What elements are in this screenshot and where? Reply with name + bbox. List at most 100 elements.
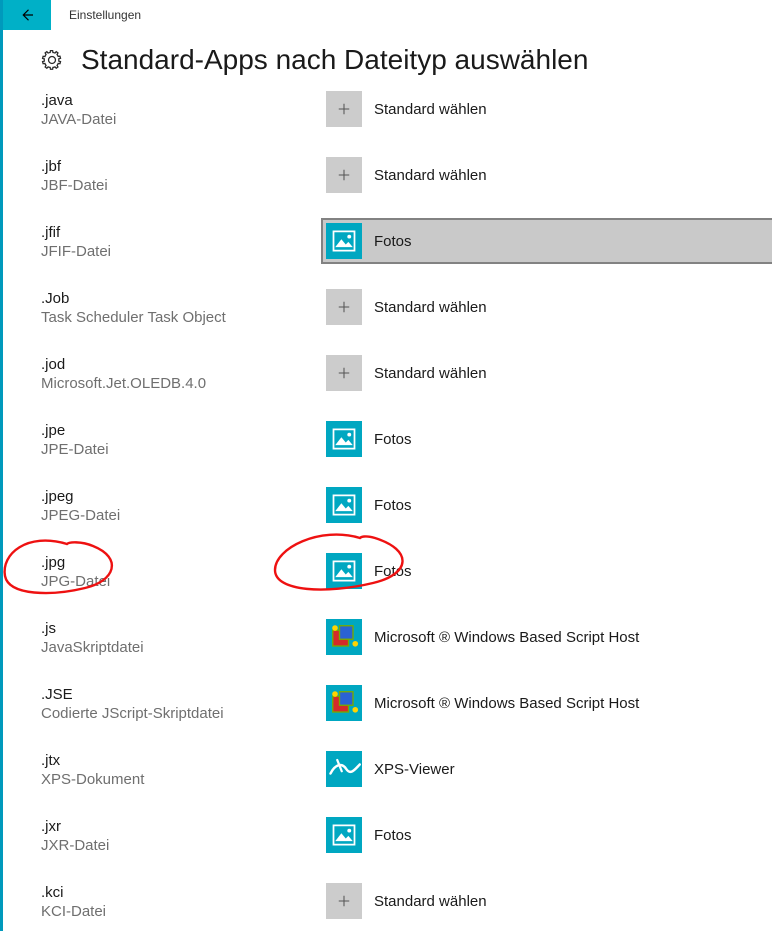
filetype-row: .jsJavaSkriptdatei Microsoft ® Windows Ba… [41, 616, 772, 658]
extension-description: Codierte JScript-Skriptdatei [41, 705, 323, 724]
app-name-label: Microsoft ® Windows Based Script Host [374, 629, 639, 646]
page-title: Standard-Apps nach Dateityp auswählen [81, 44, 588, 76]
fotos-icon [326, 421, 362, 457]
fotos-icon [326, 553, 362, 589]
extension-label: .jpe [41, 422, 323, 441]
app-name-label: Standard wählen [374, 299, 487, 316]
xps-viewer-icon [326, 751, 362, 787]
extension-label: .Job [41, 290, 323, 309]
plus-icon [326, 883, 362, 919]
app-name-label: Fotos [374, 827, 412, 844]
extension-label: .kci [41, 884, 323, 903]
extension-description: JPEG-Datei [41, 507, 323, 526]
filetype-row: .kciKCI-Datei Standard wählen [41, 880, 772, 922]
app-name-label: Standard wählen [374, 893, 487, 910]
app-name-label: Fotos [374, 563, 412, 580]
app-selector[interactable]: Standard wählen [323, 352, 772, 394]
extension-description: JFIF-Datei [41, 243, 323, 262]
filetype-row: .jpegJPEG-Datei Fotos [41, 484, 772, 526]
extension-label: .jpg [41, 554, 323, 573]
filetype-row: .jodMicrosoft.Jet.OLEDB.4.0 Standard wähl… [41, 352, 772, 394]
app-selector[interactable]: Fotos [323, 814, 772, 856]
app-selector[interactable]: Fotos [323, 418, 772, 460]
app-selector[interactable]: Fotos [323, 484, 772, 526]
extension-column: .jxrJXR-Datei [41, 814, 323, 856]
extension-column: .jbfJBF-Datei [41, 154, 323, 196]
extension-column: .jfifJFIF-Datei [41, 220, 323, 262]
script-host-icon [326, 619, 362, 655]
extension-label: .jxr [41, 818, 323, 837]
fotos-icon [326, 487, 362, 523]
extension-label: .jbf [41, 158, 323, 177]
plus-icon [326, 289, 362, 325]
plus-icon [326, 355, 362, 391]
extension-description: KCI-Datei [41, 903, 323, 922]
extension-column: .jtxXPS-Dokument [41, 748, 323, 790]
window-title: Einstellungen [69, 8, 141, 22]
extension-label: .jpeg [41, 488, 323, 507]
plus-icon [326, 91, 362, 127]
extension-column: .JSECodierte JScript-Skriptdatei [41, 682, 323, 724]
fotos-icon [326, 817, 362, 853]
app-name-label: Microsoft ® Windows Based Script Host [374, 695, 639, 712]
app-name-label: Fotos [374, 233, 412, 250]
app-name-label: Standard wählen [374, 365, 487, 382]
extension-label: .java [41, 92, 323, 111]
fotos-icon [326, 223, 362, 259]
filetype-row: .jtxXPS-Dokument XPS-Viewer [41, 748, 772, 790]
app-name-label: Standard wählen [374, 101, 487, 118]
extension-description: JavaSkriptdatei [41, 639, 323, 658]
extension-description: JXR-Datei [41, 837, 323, 856]
arrow-left-icon [18, 6, 36, 24]
app-name-label: Fotos [374, 431, 412, 448]
app-selector[interactable]: Microsoft ® Windows Based Script Host [323, 616, 772, 658]
extension-column: .jpgJPG-Datei [41, 550, 323, 592]
extension-label: .jfif [41, 224, 323, 243]
filetype-row: .JSECodierte JScript-Skriptdatei Microsof… [41, 682, 772, 724]
app-selector[interactable]: Fotos [323, 550, 772, 592]
content-area: Standard-Apps nach Dateityp auswählen .j… [3, 30, 772, 922]
script-host-icon [326, 685, 362, 721]
app-selector[interactable]: Microsoft ® Windows Based Script Host [323, 682, 772, 724]
titlebar: Einstellungen [3, 0, 772, 30]
extension-description: Task Scheduler Task Object [41, 309, 323, 328]
app-name-label: Standard wählen [374, 167, 487, 184]
extension-description: JPG-Datei [41, 573, 323, 592]
app-selector[interactable]: Standard wählen [323, 154, 772, 196]
app-name-label: XPS-Viewer [374, 761, 455, 778]
extension-label: .js [41, 620, 323, 639]
filetype-row: .jxrJXR-Datei Fotos [41, 814, 772, 856]
app-selector[interactable]: XPS-Viewer [323, 748, 772, 790]
app-name-label: Fotos [374, 497, 412, 514]
filetype-row: .jpgJPG-Datei Fotos [41, 550, 772, 592]
extension-column: .jpegJPEG-Datei [41, 484, 323, 526]
filetype-row: .jpeJPE-Datei Fotos [41, 418, 772, 460]
back-button[interactable] [3, 0, 51, 30]
extension-column: .jodMicrosoft.Jet.OLEDB.4.0 [41, 352, 323, 394]
extension-column: .javaJAVA-Datei [41, 88, 323, 130]
app-selector[interactable]: Fotos [323, 220, 772, 262]
filetype-row: .JobTask Scheduler Task Object Standard w… [41, 286, 772, 328]
filetype-list: .javaJAVA-DateiStandard wählen.jbfJBF-Da… [41, 88, 772, 922]
app-selector[interactable]: Standard wählen [323, 880, 772, 922]
extension-description: XPS-Dokument [41, 771, 323, 790]
extension-column: .jsJavaSkriptdatei [41, 616, 323, 658]
extension-label: .JSE [41, 686, 323, 705]
extension-column: .JobTask Scheduler Task Object [41, 286, 323, 328]
gear-icon [41, 49, 63, 71]
filetype-row: .javaJAVA-Datei Standard wählen [41, 88, 772, 130]
app-selector[interactable]: Standard wählen [323, 286, 772, 328]
extension-column: .kciKCI-Datei [41, 880, 323, 922]
filetype-row: .jbfJBF-Datei Standard wählen [41, 154, 772, 196]
plus-icon [326, 157, 362, 193]
extension-description: JBF-Datei [41, 177, 323, 196]
extension-description: Microsoft.Jet.OLEDB.4.0 [41, 375, 323, 394]
app-selector[interactable]: Standard wählen [323, 88, 772, 130]
extension-description: JAVA-Datei [41, 111, 323, 130]
extension-column: .jpeJPE-Datei [41, 418, 323, 460]
extension-label: .jod [41, 356, 323, 375]
extension-description: JPE-Datei [41, 441, 323, 460]
page-header: Standard-Apps nach Dateityp auswählen [41, 44, 772, 76]
filetype-row: .jfifJFIF-Datei Fotos [41, 220, 772, 262]
extension-label: .jtx [41, 752, 323, 771]
